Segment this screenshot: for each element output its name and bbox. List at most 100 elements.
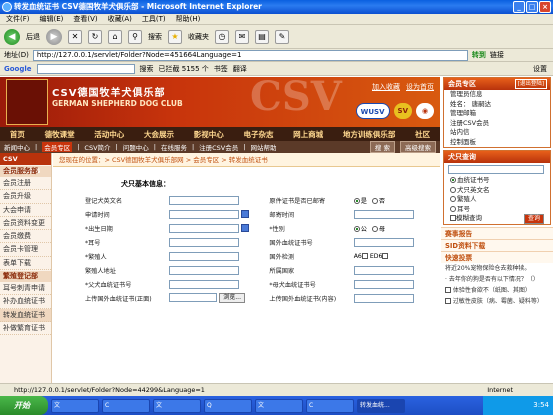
country-input[interactable]	[353, 265, 414, 275]
nav-classroom[interactable]: 德牧课堂	[45, 129, 75, 140]
nav-local-clubs[interactable]: 地方训练俱乐部	[343, 129, 396, 140]
menu-view[interactable]: 查看(V)	[73, 14, 97, 24]
upload-front-input[interactable]	[169, 292, 218, 302]
mail-icon[interactable]: ✉	[235, 29, 249, 44]
browse-front-button[interactable]: 浏览...	[219, 293, 245, 304]
calendar-icon[interactable]	[241, 224, 250, 232]
search-name-radio[interactable]	[450, 186, 456, 193]
taskbar-item[interactable]: C	[102, 398, 150, 413]
site-search-button[interactable]: 搜 索	[369, 141, 395, 153]
sidebar-item-tattoo[interactable]: 耳号刺青申请	[0, 282, 51, 296]
stop-icon[interactable]: ✕	[68, 29, 82, 44]
search-breeder-radio[interactable]	[450, 196, 456, 202]
sire-cert-input[interactable]	[169, 279, 240, 289]
google-search-input[interactable]	[36, 63, 135, 74]
close-button[interactable]: ×	[539, 1, 551, 13]
nav-events[interactable]: 活动中心	[94, 129, 124, 140]
sv-badge[interactable]: SV	[393, 103, 412, 119]
sidebar-item-transfer[interactable]: 转发血统证书	[0, 308, 51, 322]
taskbar-item[interactable]: C	[306, 398, 354, 413]
calendar-icon[interactable]	[241, 210, 250, 218]
sidebar-item-card[interactable]: 会员卡管理	[0, 243, 51, 257]
nav-shop[interactable]: 网上商城	[293, 129, 323, 140]
sidebar-item-profile-change[interactable]: 会员资料变更	[0, 217, 51, 231]
sidebar-item-show-apply[interactable]: 大会申请	[0, 204, 51, 217]
add-favorite-link[interactable]: 加入收藏	[372, 82, 400, 92]
dog-search-input[interactable]	[448, 165, 544, 174]
nav-magazine[interactable]: 电子杂志	[243, 129, 273, 140]
mailed-no-radio[interactable]	[371, 197, 378, 204]
subnav-member-area[interactable]: 会员专区	[42, 142, 73, 152]
links-label[interactable]: 链接	[490, 50, 504, 60]
mail-date-input[interactable]	[353, 209, 414, 219]
mailed-yes-radio[interactable]	[353, 197, 360, 204]
taskbar-item[interactable]: 文	[255, 398, 303, 413]
partner-logo-icon[interactable]: ◉	[416, 103, 434, 119]
tattoo-input[interactable]	[169, 237, 240, 247]
nav-community[interactable]: 社区	[415, 129, 430, 140]
birth-date-input[interactable]	[169, 223, 240, 233]
subnav-news[interactable]: 新闻中心	[4, 142, 30, 152]
logout-link[interactable]: [退出登陆]	[514, 79, 547, 89]
foreign-cert-no-input[interactable]	[353, 237, 414, 247]
back-arrow-icon[interactable]: ◀	[4, 28, 20, 45]
sidebar-item-breeding-cert[interactable]: 补做繁育证书	[0, 322, 51, 336]
subnav-help[interactable]: 网站帮助	[250, 142, 276, 152]
forward-arrow-icon[interactable]: ▶	[46, 28, 62, 45]
taskbar-item[interactable]: 文	[51, 398, 99, 413]
maximize-button[interactable]: □	[526, 1, 538, 13]
subnav-register[interactable]: 注册CSV会员	[199, 142, 238, 152]
taskbar-item[interactable]: Q	[204, 398, 252, 413]
upload-content-input[interactable]	[353, 293, 414, 303]
set-homepage-link[interactable]: 设为首页	[406, 82, 434, 92]
dam-cert-input[interactable]	[353, 279, 414, 289]
admin-info-link[interactable]: 管理员信息	[444, 90, 550, 100]
home-icon[interactable]: ⌂	[108, 29, 122, 44]
search-button-label[interactable]: 搜索	[148, 32, 162, 42]
sidebar-item-reissue[interactable]: 补办血统证书	[0, 295, 51, 309]
search-icon[interactable]: ⚲	[128, 29, 142, 44]
menu-edit[interactable]: 编辑(E)	[40, 14, 64, 24]
print-icon[interactable]: ▤	[255, 29, 269, 44]
search-tattoo-radio[interactable]	[450, 205, 456, 212]
sex-female-radio[interactable]	[371, 225, 378, 232]
taskbar-item[interactable]: 文	[153, 398, 201, 413]
vote-option-2-checkbox[interactable]	[445, 298, 451, 304]
nav-video[interactable]: 影视中心	[194, 129, 224, 140]
favorites-star-icon[interactable]: ★	[168, 29, 182, 44]
search-cert-radio[interactable]	[450, 177, 456, 183]
menu-tools[interactable]: 工具(T)	[142, 14, 166, 24]
dog-name-input[interactable]	[169, 195, 240, 205]
control-panel-link[interactable]: 控制面板	[444, 138, 550, 148]
google-search-button[interactable]: 搜索	[140, 64, 154, 74]
address-input[interactable]: http://127.0.0.1/servlet/Folder?Node=451…	[32, 49, 468, 61]
google-settings[interactable]: 设置	[533, 64, 547, 74]
register-member-link[interactable]: 注册CSV会员	[444, 119, 550, 129]
sidebar-item-upgrade[interactable]: 会员升级	[0, 190, 51, 204]
menu-help[interactable]: 帮助(H)	[176, 14, 201, 24]
google-bookmarks[interactable]: 书签	[214, 64, 228, 74]
apply-date-input[interactable]	[169, 209, 240, 219]
subnav-about[interactable]: CSV简介	[84, 142, 110, 152]
history-icon[interactable]: ◷	[215, 29, 229, 44]
sidebar-item-forms[interactable]: 表单下载	[0, 257, 51, 271]
nav-home[interactable]: 首页	[10, 129, 25, 140]
advanced-search-button[interactable]: 高级搜索	[400, 141, 436, 153]
breeder-input[interactable]	[169, 251, 240, 261]
vote-option-1-checkbox[interactable]	[445, 287, 451, 293]
inbox-link[interactable]: 站内信	[444, 128, 550, 138]
race-report-link[interactable]: 赛事报告	[441, 226, 553, 239]
test-ed6-checkbox[interactable]	[382, 252, 389, 259]
test-a6-checkbox[interactable]	[361, 252, 368, 259]
back-button-label[interactable]: 后退	[26, 32, 40, 42]
favorites-button-label[interactable]: 收藏夹	[188, 32, 209, 42]
dog-search-button[interactable]: 查询	[523, 214, 544, 224]
go-button[interactable]: 转到	[472, 50, 486, 60]
menu-favorites[interactable]: 收藏(A)	[108, 14, 132, 24]
menu-file[interactable]: 文件(F)	[6, 14, 30, 24]
start-button[interactable]: 开始	[0, 396, 48, 415]
edit-icon[interactable]: ✎	[275, 29, 289, 44]
subnav-online-service[interactable]: 在线服务	[161, 142, 187, 152]
taskbar-item-active[interactable]: 转发血统...	[357, 398, 405, 413]
sid-download-link[interactable]: SID资料下载	[441, 238, 553, 251]
